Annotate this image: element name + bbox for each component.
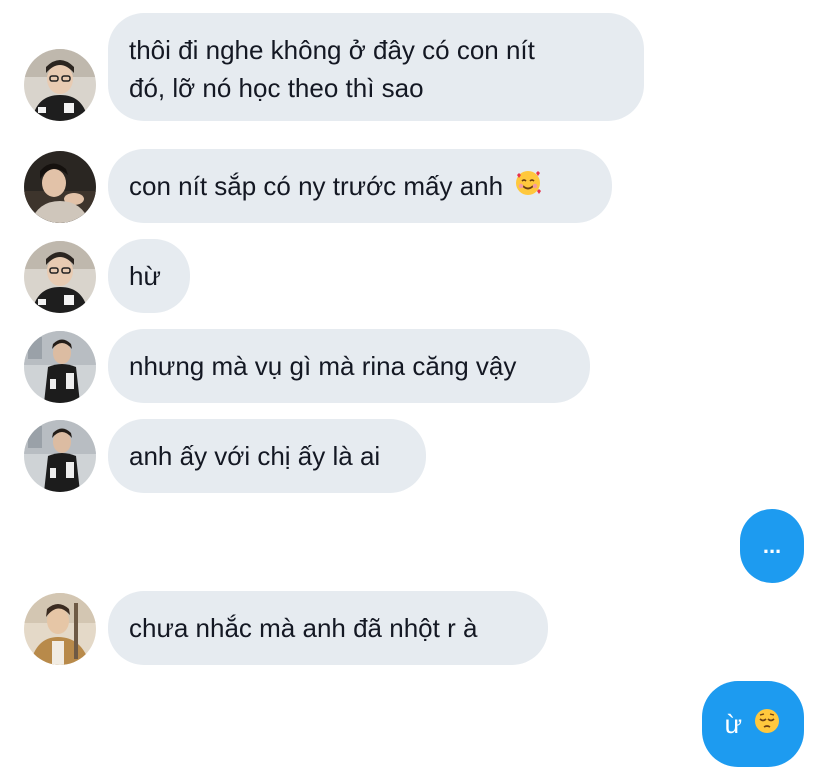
chat-screen: { "conversation": { "messages": [ { "sen… — [0, 0, 828, 772]
message-text: nhưng mà vụ gì mà rina căng vậy — [129, 351, 517, 381]
message-text: ... — [762, 533, 782, 558]
message-bubble-incoming[interactable]: anh ấy với chị ấy là ai — [108, 419, 426, 493]
message-text-line: đó, lỡ nó học theo thì sao — [129, 73, 424, 103]
message-text: hừ — [129, 261, 161, 291]
message-bubble-outgoing[interactable]: ... — [740, 509, 804, 583]
smiling-face-with-hearts-icon — [514, 169, 542, 207]
message-bubble-incoming[interactable]: chưa nhắc mà anh đã nhột r à — [108, 591, 548, 665]
message-bubble-outgoing[interactable]: ừ — [702, 681, 804, 767]
avatar-user-4-icon — [24, 593, 96, 665]
avatar-user-1[interactable] — [24, 49, 96, 121]
message-text-line: thôi đi nghe không ở đây có con nít — [129, 35, 535, 65]
avatar-user-1-icon — [24, 49, 96, 121]
pensive-face-icon — [753, 707, 781, 745]
message-bubble-incoming[interactable]: con nít sắp có ny trước mấy anh — [108, 149, 612, 223]
avatar-user-3[interactable] — [24, 331, 96, 403]
avatar-user-4[interactable] — [24, 593, 96, 665]
avatar-user-2[interactable] — [24, 151, 96, 223]
avatar-user-2-icon — [24, 151, 96, 223]
avatar-user-3-icon — [24, 331, 96, 403]
message-text: con nít sắp có ny trước mấy anh — [129, 171, 504, 201]
avatar-user-1-icon — [24, 241, 96, 313]
message-bubble-incoming[interactable]: thôi đi nghe không ở đây có con nít đó, … — [108, 13, 644, 121]
avatar-user-3[interactable] — [24, 420, 96, 492]
message-text: chưa nhắc mà anh đã nhột r à — [129, 613, 478, 643]
avatar-user-1[interactable] — [24, 241, 96, 313]
message-bubble-incoming[interactable]: hừ — [108, 239, 190, 313]
message-text: ừ — [724, 709, 743, 739]
message-bubble-incoming[interactable]: nhưng mà vụ gì mà rina căng vậy — [108, 329, 590, 403]
avatar-user-3-icon — [24, 420, 96, 492]
message-text: anh ấy với chị ấy là ai — [129, 441, 381, 471]
